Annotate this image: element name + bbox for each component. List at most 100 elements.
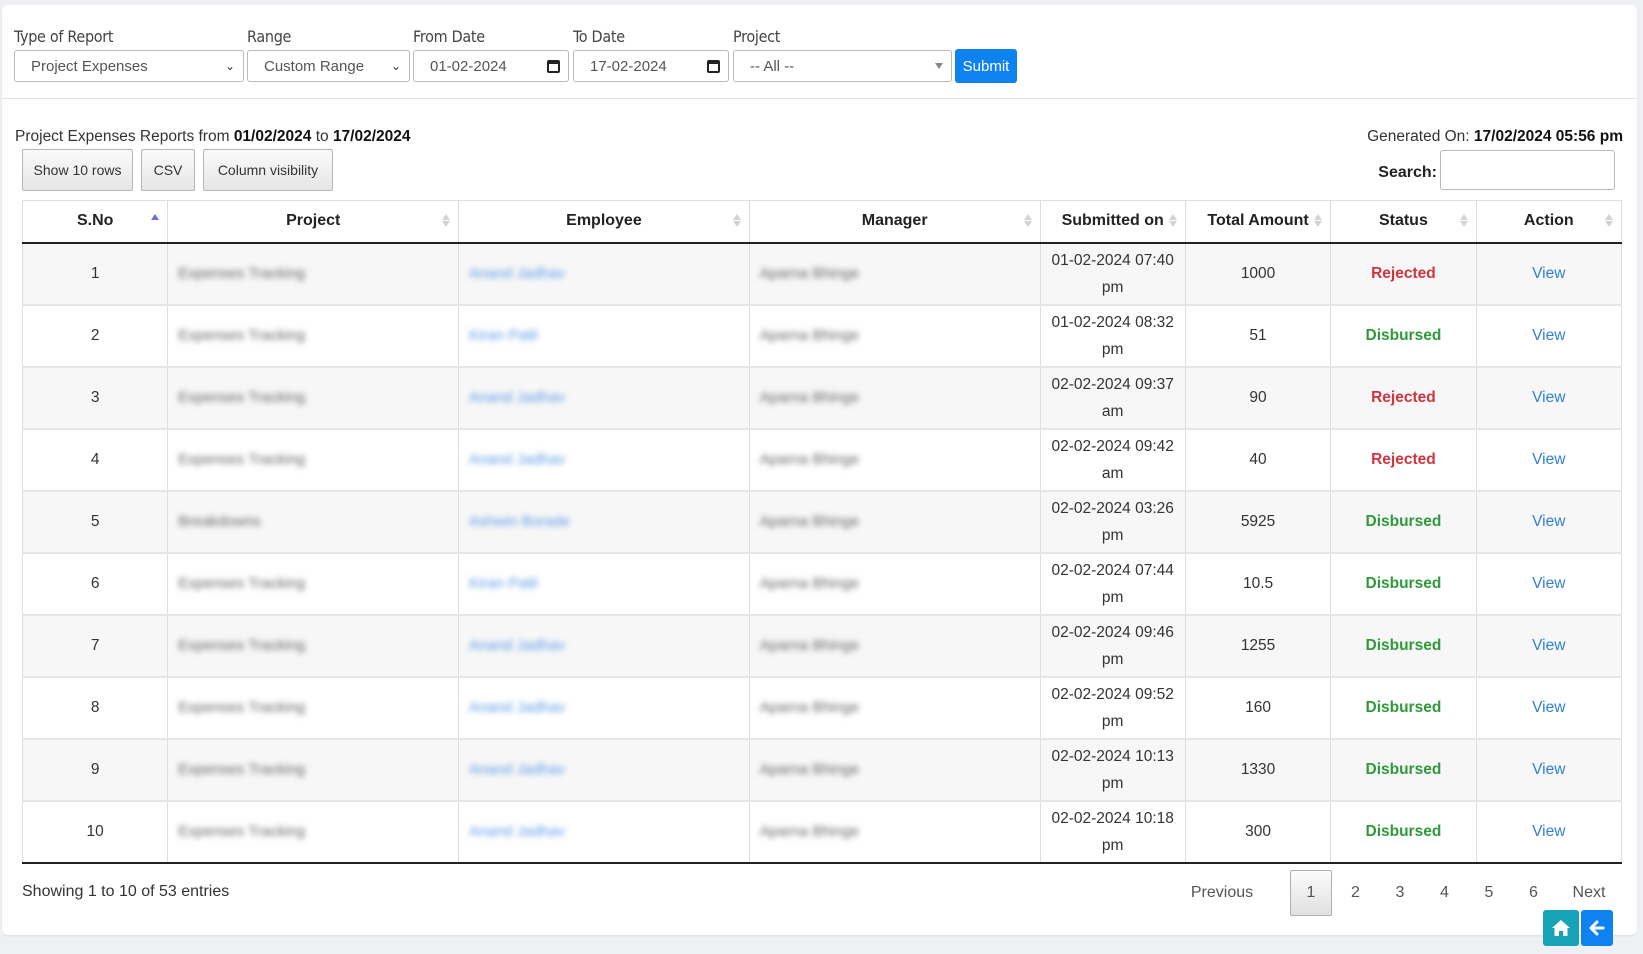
view-link[interactable]: View [1532, 637, 1565, 654]
view-link[interactable]: View [1532, 451, 1565, 468]
caret-down-icon [935, 63, 943, 69]
employee-link[interactable]: Kiran Patil [469, 570, 537, 597]
cell-employee: Kiran Patil [458, 551, 750, 615]
column-header-employee[interactable]: Employee [458, 200, 750, 244]
view-link[interactable]: View [1532, 699, 1565, 716]
report-from-date: 01/02/2024 [233, 128, 312, 145]
from-date-value: 01-02-2024 [430, 57, 507, 75]
back-button[interactable] [1581, 910, 1613, 946]
column-header-project[interactable]: Project [167, 200, 460, 244]
cell-action: View [1475, 613, 1623, 677]
search-input[interactable] [1440, 150, 1615, 190]
view-link[interactable]: View [1532, 761, 1565, 778]
employee-link[interactable]: Anand Jadhav [469, 756, 565, 783]
cell-project: Expenses Tracking [167, 303, 460, 367]
pagination-page[interactable]: 3 [1379, 870, 1421, 916]
table-info: Showing 1 to 10 of 53 entries [22, 883, 230, 900]
cell-status: Disbursed [1330, 489, 1477, 553]
employee-link[interactable]: Anand Jadhav [469, 632, 565, 659]
cell-manager: Aparna Bhinge [748, 489, 1041, 553]
range-value: Custom Range [264, 57, 365, 75]
cell-employee: Anand Jadhav [458, 675, 750, 739]
filter-bar: Type of Report Project Expenses ⌄ Range … [2, 5, 1637, 99]
cell-sno: 4 [21, 427, 169, 491]
column-visibility-button[interactable]: Column visibility [203, 149, 333, 191]
employee-link[interactable]: Anand Jadhav [469, 384, 565, 411]
column-header-label: Employee [566, 212, 642, 230]
cell-project: Expenses Tracking [167, 241, 460, 305]
submitted-ampm: pm [1101, 588, 1124, 606]
cell-action: View [1475, 427, 1623, 491]
employee-link[interactable]: Ashwin Borade [469, 508, 570, 535]
cell-status: Disbursed [1330, 737, 1477, 801]
cell-employee: Anand Jadhav [458, 613, 750, 677]
submitted-ampm: pm [1101, 340, 1124, 358]
csv-button[interactable]: CSV [141, 149, 195, 191]
employee-link[interactable]: Kiran Patil [469, 322, 537, 349]
cell-manager: Aparna Bhinge [748, 613, 1041, 677]
submit-button[interactable]: Submit [955, 49, 1017, 83]
cell-project: Expenses Tracking [167, 799, 460, 864]
column-header-submitted-on[interactable]: Submitted on [1039, 200, 1186, 244]
to-date-input[interactable]: 17-02-2024 [573, 50, 729, 82]
submitted-datetime: 02-02-2024 10:13 [1051, 747, 1174, 765]
cell-employee: Anand Jadhav [458, 737, 750, 801]
pagination-page[interactable]: 2 [1335, 870, 1377, 916]
view-link[interactable]: View [1532, 389, 1565, 406]
cell-action: View [1475, 551, 1623, 615]
column-header-action[interactable]: Action [1475, 200, 1623, 244]
calendar-icon[interactable] [707, 59, 720, 73]
report-to-word: to [311, 128, 333, 145]
cell-status: Disbursed [1330, 799, 1477, 864]
calendar-icon[interactable] [547, 59, 560, 73]
home-button[interactable] [1543, 910, 1579, 946]
column-header-total-amount[interactable]: Total Amount [1184, 200, 1332, 244]
employee-link[interactable]: Anand Jadhav [469, 446, 565, 473]
view-link[interactable]: View [1532, 575, 1565, 592]
sort-icon [732, 214, 741, 227]
table-row: 3 Expenses Tracking Anand Jadhav Aparna Bhi… [21, 365, 1623, 429]
pagination-previous[interactable]: Previous [1180, 870, 1264, 916]
cell-action: View [1475, 303, 1623, 367]
submitted-datetime: 02-02-2024 03:26 [1051, 499, 1174, 517]
cell-manager: Aparna Bhinge [748, 737, 1041, 801]
project-value: -- All -- [750, 57, 795, 75]
project-name: Breakdowns [178, 513, 261, 530]
employee-link[interactable]: Anand Jadhav [469, 260, 565, 287]
project-name: Expenses Tracking [178, 451, 306, 468]
column-header-sno[interactable]: S.No [21, 200, 169, 244]
cell-manager: Aparna Bhinge [748, 675, 1041, 739]
table-row: 9 Expenses Tracking Anand Jadhav Aparna Bhi… [21, 737, 1623, 801]
column-header-status[interactable]: Status [1330, 200, 1477, 244]
cell-sno: 7 [21, 613, 169, 677]
type-of-report-select[interactable]: Project Expenses ⌄ [14, 50, 244, 82]
cell-total-amount: 1330 [1184, 737, 1332, 801]
submitted-datetime: 02-02-2024 09:37 [1051, 375, 1174, 393]
employee-link[interactable]: Anand Jadhav [469, 694, 565, 721]
submitted-ampm: pm [1101, 278, 1124, 296]
column-header-manager[interactable]: Manager [748, 200, 1041, 244]
report-to-date: 17/02/2024 [332, 128, 411, 145]
cell-manager: Aparna Bhinge [748, 241, 1041, 305]
view-link[interactable]: View [1532, 327, 1565, 344]
pagination-page[interactable]: 4 [1424, 870, 1466, 916]
view-link[interactable]: View [1532, 265, 1565, 282]
project-select[interactable]: -- All -- [733, 50, 952, 82]
cell-status: Disbursed [1330, 675, 1477, 739]
sort-icon [1459, 214, 1468, 227]
show-rows-button[interactable]: Show 10 rows [22, 149, 133, 191]
view-link[interactable]: View [1532, 823, 1565, 840]
generated-on-label: Generated On: [1367, 128, 1474, 145]
pagination-page[interactable]: 1 [1290, 870, 1332, 916]
cell-total-amount: 40 [1184, 427, 1332, 491]
column-header-label: Manager [861, 212, 928, 230]
view-link[interactable]: View [1532, 513, 1565, 530]
range-select[interactable]: Custom Range ⌄ [247, 50, 410, 82]
submitted-ampm: pm [1101, 774, 1124, 792]
generated-on-value: 17/02/2024 05:56 pm [1473, 128, 1623, 145]
status-badge: Disbursed [1365, 327, 1442, 344]
from-date-input[interactable]: 01-02-2024 [413, 50, 569, 82]
pagination-page[interactable]: 5 [1468, 870, 1510, 916]
employee-link[interactable]: Anand Jadhav [469, 818, 565, 845]
project-name: Expenses Tracking [178, 823, 306, 840]
